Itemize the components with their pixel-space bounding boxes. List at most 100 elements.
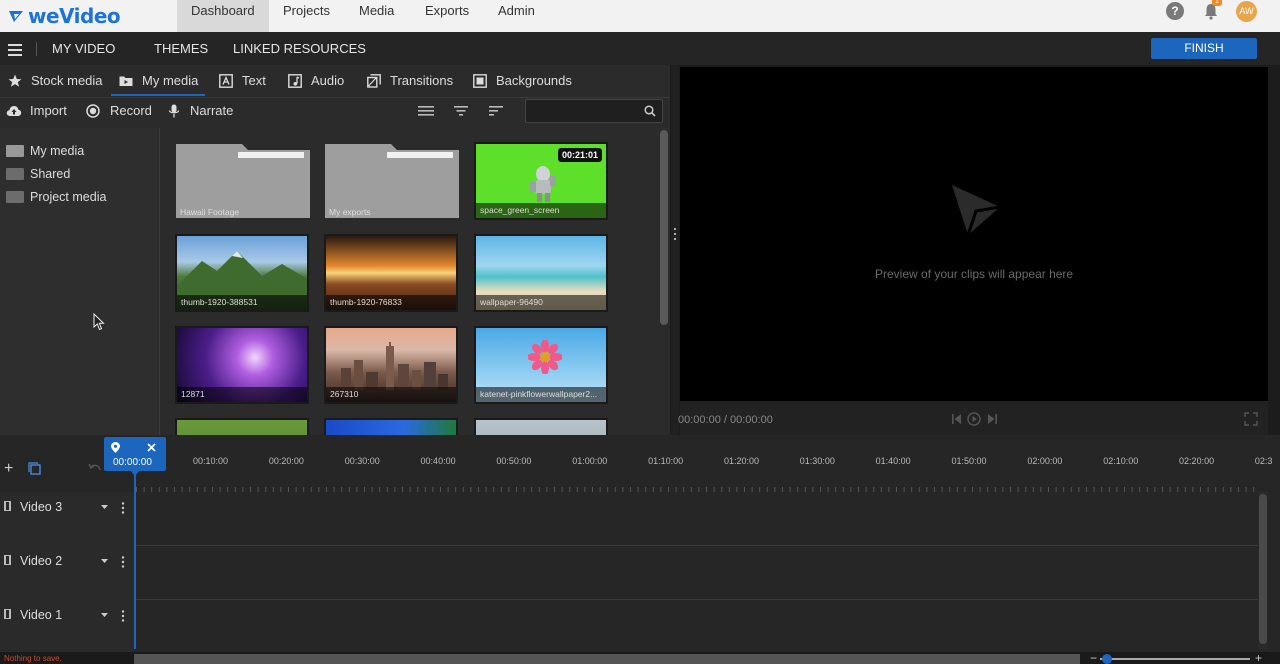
- zoom-slider[interactable]: [1100, 658, 1250, 660]
- timeline-horizontal-scrollbar[interactable]: [134, 654, 1080, 664]
- copy-track-icon[interactable]: [28, 462, 42, 476]
- skip-forward-icon[interactable]: [987, 412, 997, 426]
- timeline-track[interactable]: [0, 600, 1258, 654]
- media-tile-video[interactable]: 00:21:01 space_green_screen: [474, 142, 608, 220]
- undo-icon[interactable]: [88, 462, 102, 476]
- media-tile-image[interactable]: [324, 418, 458, 435]
- project-title[interactable]: MY VIDEO: [52, 42, 115, 56]
- tab-stock-media[interactable]: Stock media: [8, 74, 103, 88]
- linked-resources-link[interactable]: LINKED RESOURCES: [233, 42, 366, 56]
- tab-label: Stock media: [31, 73, 103, 88]
- filter-icon[interactable]: [453, 105, 469, 117]
- ruler-tick-label: 00:20:00: [268, 456, 304, 466]
- active-tab-indicator: [111, 94, 205, 96]
- sidebar-item-shared[interactable]: Shared: [6, 167, 70, 181]
- track-label: Video 3: [20, 500, 63, 514]
- more-options-icon[interactable]: [121, 502, 125, 514]
- media-tile-image[interactable]: thumb-1920-388531: [175, 234, 309, 312]
- media-tile-folder[interactable]: Hawaii Footage: [176, 142, 310, 220]
- hamburger-menu-icon[interactable]: [8, 44, 22, 56]
- fullscreen-icon[interactable]: [1244, 412, 1258, 426]
- tile-caption: 12871: [177, 387, 307, 402]
- ruler-tick-label: 01:20:00: [723, 456, 759, 466]
- list-view-icon[interactable]: [418, 105, 434, 117]
- playback-time: 00:00:00 / 00:00:00: [678, 414, 773, 426]
- text-icon: [219, 74, 233, 88]
- import-label: Import: [30, 103, 67, 118]
- tab-audio[interactable]: Audio: [288, 74, 344, 88]
- media-tile-image[interactable]: thumb-1920-76833: [324, 234, 458, 312]
- tab-my-media[interactable]: My media: [119, 74, 198, 88]
- chevron-down-icon[interactable]: [101, 613, 108, 617]
- tab-label: My media: [142, 73, 199, 88]
- microphone-icon: [168, 104, 180, 118]
- chevron-down-icon[interactable]: [101, 559, 108, 563]
- narrate-button[interactable]: Narrate: [166, 104, 233, 118]
- media-folder-icon: [119, 76, 133, 86]
- tab-backgrounds[interactable]: Backgrounds: [473, 74, 572, 88]
- folder-icon: [6, 191, 24, 203]
- zoom-in-icon[interactable]: +: [1255, 652, 1262, 664]
- mouse-cursor-icon: [93, 313, 105, 331]
- playhead-line[interactable]: [134, 471, 136, 649]
- more-options-icon[interactable]: [121, 610, 125, 622]
- transitions-icon: [367, 74, 381, 88]
- chevron-down-icon[interactable]: [101, 505, 108, 509]
- media-tile-image[interactable]: [175, 418, 309, 435]
- audio-icon: [288, 74, 302, 88]
- nav-exports[interactable]: Exports: [411, 0, 483, 32]
- avatar[interactable]: AW: [1236, 1, 1257, 22]
- ruler-tick-label: 01:10:00: [648, 456, 684, 466]
- panel-resize-handle[interactable]: [671, 65, 679, 435]
- import-button[interactable]: Import: [6, 104, 67, 118]
- wevideo-editor: weVideo Dashboard Projects Media Exports…: [0, 0, 1280, 664]
- library-scroll-thumb[interactable]: [660, 130, 668, 325]
- sidebar-item-label: My media: [30, 144, 85, 158]
- timeline-track[interactable]: [0, 546, 1258, 600]
- mountain-thumbnail: [177, 251, 307, 296]
- tab-label: Text: [242, 73, 266, 88]
- preview-placeholder: Preview of your clips will appear here: [875, 267, 1074, 281]
- close-icon[interactable]: [147, 443, 156, 452]
- sidebar-item-project-media[interactable]: Project media: [6, 190, 106, 204]
- skip-back-icon[interactable]: [952, 412, 962, 426]
- city-skyline-thumbnail: [341, 342, 448, 390]
- nav-dashboard[interactable]: Dashboard: [177, 0, 269, 32]
- ruler-tick-label: 00:50:00: [496, 456, 532, 466]
- wevideo-logo[interactable]: weVideo: [8, 4, 121, 28]
- ruler-tick-label: 00:10:00: [193, 456, 229, 466]
- add-track-icon[interactable]: +: [4, 461, 13, 477]
- media-tile-image[interactable]: 267310: [324, 326, 458, 404]
- nav-media[interactable]: Media: [345, 0, 408, 32]
- more-options-icon[interactable]: [121, 556, 125, 568]
- media-search-input[interactable]: [525, 99, 663, 123]
- timeline-vertical-scrollbar[interactable]: [1258, 492, 1268, 649]
- nav-admin[interactable]: Admin: [484, 0, 549, 32]
- play-icon[interactable]: [967, 412, 981, 426]
- wevideo-watermark-icon: [952, 185, 1001, 236]
- media-tile-image[interactable]: katenet-pinkflowerwallpaper2...: [474, 326, 608, 404]
- themes-link[interactable]: THEMES: [154, 42, 208, 56]
- finish-button[interactable]: FINISH: [1151, 38, 1257, 59]
- sort-icon[interactable]: [488, 105, 504, 117]
- track-label: Video 2: [20, 554, 63, 568]
- record-button[interactable]: Record: [86, 104, 152, 118]
- tab-text[interactable]: Text: [219, 74, 266, 88]
- location-pin-icon: [111, 442, 120, 453]
- scroll-thumb[interactable]: [1259, 494, 1267, 644]
- nav-projects[interactable]: Projects: [269, 0, 344, 32]
- media-tile-image[interactable]: wallpaper-96490: [474, 234, 608, 312]
- zoom-slider-handle[interactable]: [1102, 654, 1112, 664]
- ruler-tick-label: 02:10:00: [1103, 456, 1139, 466]
- film-strip-icon: [4, 555, 11, 565]
- zoom-out-icon[interactable]: −: [1090, 652, 1097, 664]
- record-icon: [86, 104, 100, 118]
- tab-transitions[interactable]: Transitions: [367, 74, 453, 88]
- help-icon[interactable]: ?: [1166, 2, 1184, 20]
- timeline-track[interactable]: [0, 492, 1258, 546]
- media-tile-image[interactable]: 12871: [175, 326, 309, 404]
- media-tile-folder[interactable]: My exports: [325, 142, 459, 220]
- media-tile-image[interactable]: [474, 418, 608, 435]
- tile-caption: wallpaper-96490: [476, 295, 606, 310]
- sidebar-item-my-media[interactable]: My media: [6, 144, 84, 158]
